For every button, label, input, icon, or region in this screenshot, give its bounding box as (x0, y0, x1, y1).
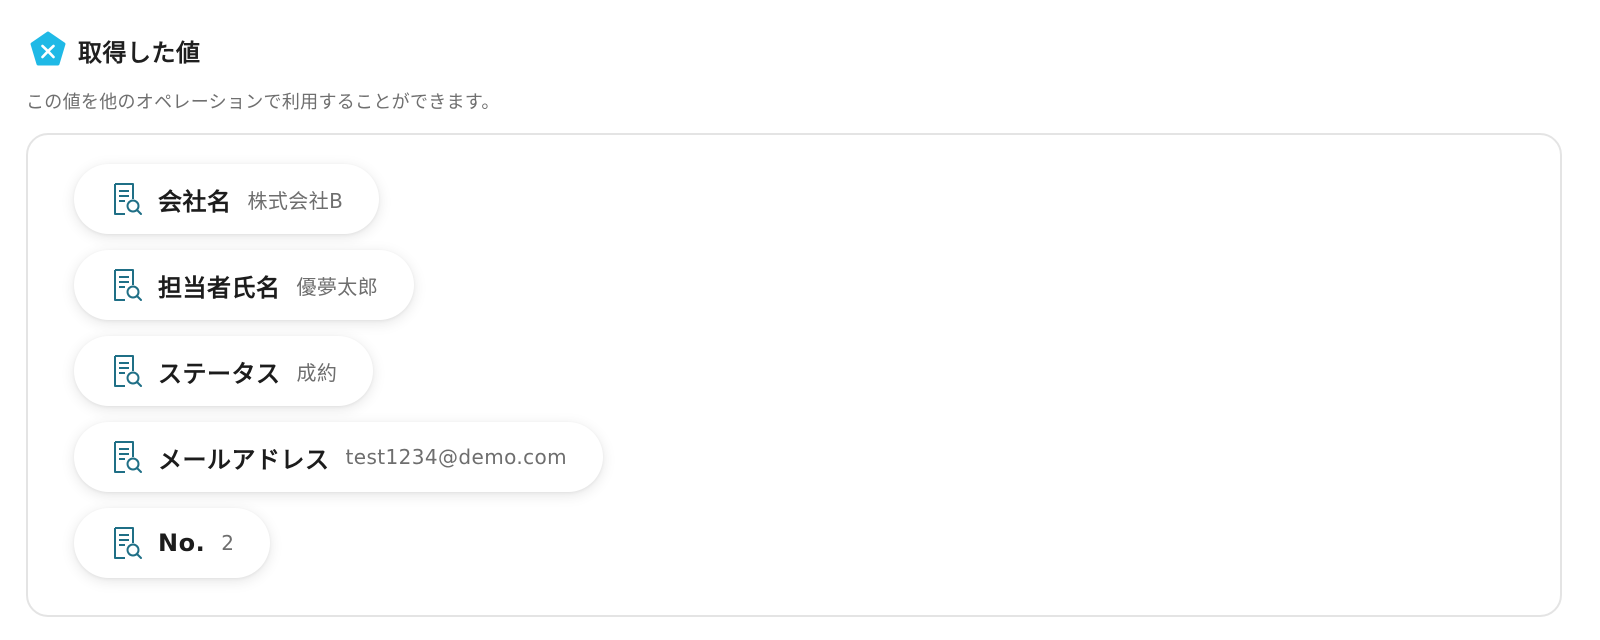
x-pentagon-icon (28, 30, 68, 70)
document-search-icon (110, 181, 144, 217)
field-label: メールアドレス (158, 445, 330, 474)
values-panel: 会社名 株式会社B 担当者氏名 優夢太郎 ステータス 成約 メールアドレス te… (26, 133, 1562, 617)
value-chip-status[interactable]: ステータス 成約 (74, 336, 374, 406)
value-chip-number[interactable]: No. 2 (74, 508, 271, 578)
field-value: 優夢太郎 (296, 274, 379, 299)
document-search-icon (110, 267, 144, 303)
value-chip-company-name[interactable]: 会社名 株式会社B (74, 164, 380, 234)
field-value: 2 (221, 531, 235, 555)
document-search-icon (110, 525, 144, 561)
page-description: この値を他のオペレーションで利用することができます。 (26, 92, 500, 113)
document-search-icon (110, 353, 144, 389)
field-label: 会社名 (158, 187, 232, 216)
header: 取得した値 (28, 30, 201, 70)
value-chip-contact-name[interactable]: 担当者氏名 優夢太郎 (74, 250, 415, 320)
document-search-icon (110, 439, 144, 475)
field-value: 株式会社B (247, 188, 344, 213)
field-label: No. (158, 529, 206, 557)
value-chip-email[interactable]: メールアドレス test1234@demo.com (74, 422, 604, 492)
field-value: 成約 (296, 360, 338, 385)
field-label: 担当者氏名 (158, 273, 281, 302)
page-title: 取得した値 (78, 38, 201, 67)
field-value: test1234@demo.com (345, 445, 568, 469)
field-label: ステータス (158, 359, 281, 388)
page: 取得した値 この値を他のオペレーションで利用することができます。 会社名 株式会… (0, 0, 1600, 640)
